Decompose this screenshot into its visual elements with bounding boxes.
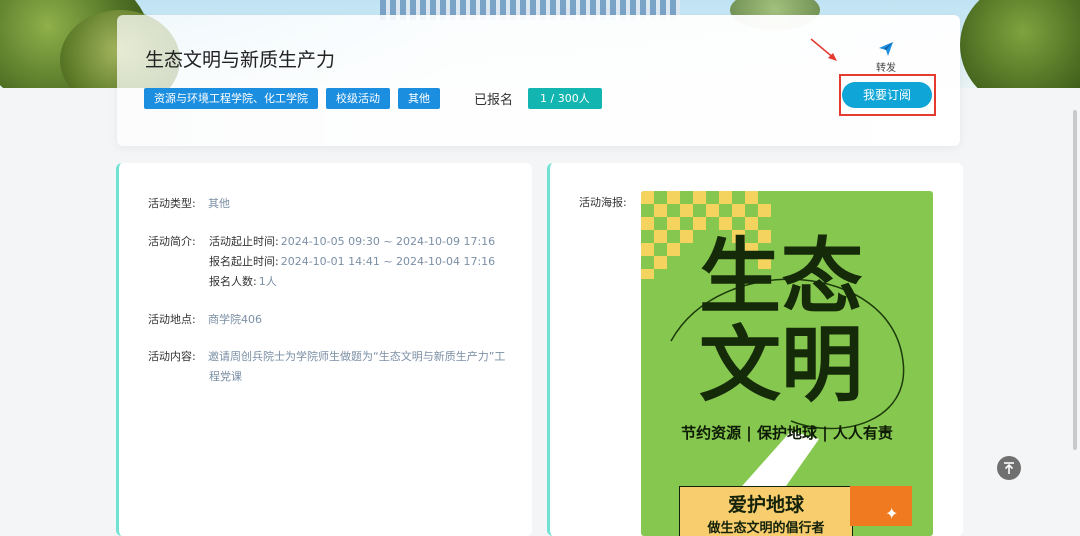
poster-callout-line1: 爱护地球 xyxy=(727,494,804,516)
poster-orange-block xyxy=(850,486,912,526)
activity-details-card: 活动类型: 其他 活动简介: 活动起止时间: 2024-10-05 09:30 ~ … xyxy=(116,163,532,536)
activity-intro-label: 活动简介: xyxy=(148,235,196,248)
paper-plane-icon xyxy=(879,42,893,56)
signup-count-label: 报名人数: xyxy=(209,275,257,288)
poster-label: 活动海报: xyxy=(579,196,627,209)
activity-time-value: 2024-10-05 09:30 ~ 2024-10-09 17:16 xyxy=(280,235,496,248)
activity-type-row: 活动类型: 其他 xyxy=(148,195,230,211)
activity-content-label: 活动内容: xyxy=(148,350,196,363)
tag-category: 其他 xyxy=(398,88,440,109)
activity-header-card: 生态文明与新质生产力 资源与环境工程学院、化工学院 校级活动 其他 已报名 1 … xyxy=(117,15,960,146)
activity-content-continuation: 程党课 xyxy=(209,368,242,384)
signup-time-value: 2024-10-01 14:41 ~ 2024-10-04 17:16 xyxy=(280,255,496,268)
poster-callout-box: 爱护地球 做生态文明的倡行者 xyxy=(679,486,853,536)
poster-callout-line2: 做生态文明的倡行者 xyxy=(707,521,825,536)
share-button[interactable]: 转发 xyxy=(869,41,903,74)
enrolled-count-badge: 1 / 300人 xyxy=(528,88,602,109)
arrow-up-icon xyxy=(1004,462,1014,474)
activity-content-row: 活动内容: 邀请周创兵院士为学院师生做题为“生态文明与新质生产力”工 xyxy=(148,348,505,364)
activity-time-label: 活动起止时间: xyxy=(209,235,279,248)
tag-college: 资源与环境工程学院、化工学院 xyxy=(144,88,318,109)
activity-time-row: 活动起止时间: 2024-10-05 09:30 ~ 2024-10-09 17:… xyxy=(209,233,495,249)
activity-content-line1: 邀请周创兵院士为学院师生做题为“生态文明与新质生产力”工 xyxy=(208,350,506,363)
activity-content-line2: 程党课 xyxy=(209,370,242,383)
back-to-top-button[interactable] xyxy=(997,456,1021,480)
red-arrow-annotation xyxy=(810,38,837,61)
signup-count-value: 1人 xyxy=(258,275,277,288)
activity-poster-image: 生态 文明 节约资源 | 保护地球 | 人人有责 爱护地球 做生态文明的倡行者 … xyxy=(641,191,933,536)
sparkle-icon: ✦ xyxy=(885,504,899,523)
activity-location-value: 商学院406 xyxy=(208,313,262,326)
tag-level: 校级活动 xyxy=(326,88,390,109)
activity-poster-card: 活动海报: 生态 文明 节约资源 | 保护地球 | 人人有责 爱护地球 做生态文… xyxy=(547,163,963,536)
enrolled-label: 已报名 xyxy=(474,93,514,108)
share-label: 转发 xyxy=(876,63,896,74)
tree-decoration xyxy=(960,0,1080,88)
subscribe-highlight-box xyxy=(839,74,936,116)
signup-time-label: 报名起止时间: xyxy=(209,255,279,268)
signup-count-row: 报名人数: 1人 xyxy=(209,273,277,289)
poster-title-line2: 文明 xyxy=(699,318,864,413)
poster-slogan: 节约资源 | 保护地球 | 人人有责 xyxy=(681,424,893,442)
activity-tags: 资源与环境工程学院、化工学院 校级活动 其他 已报名 1 / 300人 xyxy=(144,88,602,109)
activity-title: 生态文明与新质生产力 xyxy=(145,49,336,71)
poster-title-line1: 生态 xyxy=(699,230,864,325)
signup-time-row: 报名起止时间: 2024-10-01 14:41 ~ 2024-10-04 17:… xyxy=(209,253,495,269)
activity-location-row: 活动地点: 商学院406 xyxy=(148,311,262,327)
activity-type-label: 活动类型: xyxy=(148,197,196,210)
activity-intro-row: 活动简介: xyxy=(148,233,208,249)
vertical-scrollbar[interactable] xyxy=(1073,110,1077,450)
activity-type-value: 其他 xyxy=(208,197,230,210)
activity-location-label: 活动地点: xyxy=(148,313,196,326)
